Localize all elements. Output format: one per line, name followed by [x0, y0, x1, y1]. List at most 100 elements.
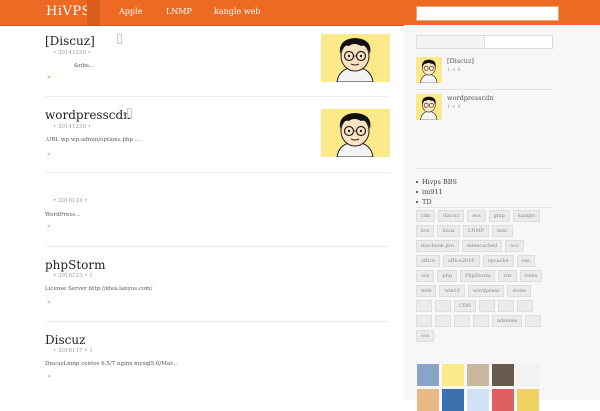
read-more-link[interactable]: » — [47, 223, 51, 230]
sidebar: [Discuz] 1 × 6 wordpresscdn 1 × 6 Hivps … — [404, 25, 600, 411]
post-excerpt: License Server http://idea.lanyus.com/ — [45, 286, 153, 292]
edit-icon[interactable] — [117, 34, 122, 44]
tag-link[interactable]: mac — [492, 225, 513, 237]
recent-post-thumbnail — [416, 94, 442, 120]
tag-link[interactable]: office2016 — [442, 255, 480, 267]
friend-avatar[interactable] — [442, 364, 464, 386]
post-meta: • 2016117 • 1 — [53, 348, 93, 354]
read-more-link[interactable]: » — [47, 151, 51, 158]
post-title[interactable]: phpStorm — [45, 258, 105, 272]
tag-link[interactable] — [416, 315, 432, 327]
sidebar-tab-popular[interactable] — [485, 35, 553, 49]
tag-link[interactable]: zlone — [507, 285, 531, 297]
tag-link[interactable]: adsense — [492, 315, 523, 327]
tag-link[interactable]: web — [416, 285, 437, 297]
sidebar-tab-recent[interactable] — [416, 35, 485, 49]
post-item: Discuz • 2016117 • 1 DiscuzLnmp centos 6… — [45, 333, 390, 383]
post-item: • 2016124 • WordPress... » — [45, 185, 390, 230]
avatar-cartoon-icon — [416, 57, 442, 83]
tag-link[interactable]: wordpress — [467, 285, 505, 297]
tag-link[interactable]: CDN — [454, 300, 477, 312]
blogroll-list: Hivps BBS im911 TD — [416, 177, 457, 207]
post-item: phpStorm • 2016123 • 1 License Server ht… — [45, 258, 390, 308]
friend-avatar[interactable] — [492, 364, 514, 386]
tag-link[interactable]: kangle — [512, 210, 540, 222]
tag-link[interactable]: ocs — [505, 240, 524, 252]
tag-link[interactable]: rds — [498, 270, 517, 282]
sidebar-tabs — [416, 35, 553, 49]
tag-link[interactable]: oss — [516, 255, 535, 267]
recent-post-meta: 1 × 6 — [447, 104, 461, 110]
tag-link[interactable] — [517, 300, 534, 312]
tag-link[interactable]: memcached — [461, 240, 503, 252]
post-thumbnail[interactable] — [321, 109, 390, 157]
friend-avatar[interactable] — [417, 389, 439, 411]
avatar-cartoon-icon — [321, 109, 390, 157]
tag-link[interactable] — [435, 315, 451, 327]
friend-avatar[interactable] — [467, 364, 489, 386]
recent-post-title[interactable]: [Discuz] — [447, 57, 474, 65]
tag-link[interactable]: win10 — [439, 285, 465, 297]
post-title[interactable]: Discuz — [45, 333, 85, 347]
tag-link[interactable] — [454, 315, 470, 327]
tag-link[interactable]: macbook pro — [416, 240, 459, 252]
tag-link[interactable]: php — [437, 270, 458, 282]
tag-link[interactable] — [416, 300, 432, 312]
recent-post-title[interactable]: wordpresscdn — [447, 94, 494, 102]
comment-count[interactable]: 1 — [89, 273, 93, 279]
recent-post-thumbnail — [416, 57, 442, 83]
nav-item-apple[interactable]: Apple — [119, 7, 142, 16]
post-title[interactable]: wordpresscdn — [45, 108, 131, 122]
friend-avatar[interactable] — [517, 364, 539, 386]
post-excerpt: DiscuzLnmp centos 6.5/7 nginx mysql5.6/M… — [45, 361, 178, 367]
tag-link[interactable]: redis — [519, 270, 543, 282]
tag-link[interactable]: gmp — [488, 210, 510, 222]
blogroll-link[interactable]: Hivps BBS — [416, 177, 457, 187]
friend-avatar[interactable] — [517, 389, 539, 411]
tag-link[interactable] — [473, 315, 489, 327]
recent-post-item[interactable]: wordpresscdn 1 × 6 — [416, 94, 553, 122]
nav-item-lnmp[interactable]: LNMP — [166, 7, 192, 16]
post-item: wordpresscdn • 20141230 • .URL wp wp-adm… — [45, 108, 390, 163]
sidebar-divider — [416, 168, 553, 169]
tag-link[interactable]: oss — [416, 330, 435, 342]
tag-link[interactable]: discuz — [438, 210, 465, 222]
post-excerpt: WordPress... — [45, 212, 81, 218]
tag-link[interactable]: osx — [416, 270, 435, 282]
tag-link[interactable]: ecs — [467, 210, 486, 222]
tag-link[interactable]: kvs — [416, 225, 435, 237]
post-thumbnail[interactable] — [321, 34, 390, 82]
blogroll-link[interactable]: TD — [416, 197, 457, 207]
friend-avatar[interactable] — [492, 389, 514, 411]
tag-link[interactable]: office — [416, 255, 440, 267]
search-input[interactable] — [416, 6, 559, 21]
post-divider — [45, 321, 390, 322]
post-meta: • 20141230 • — [53, 50, 91, 56]
tag-link[interactable]: linux — [437, 225, 460, 237]
blogroll-link[interactable]: im911 — [416, 187, 457, 197]
nav-item-kangle-web[interactable]: kangle web — [214, 7, 260, 16]
recent-post-item[interactable]: [Discuz] 1 × 6 — [416, 57, 553, 85]
site-logo[interactable]: HiVPS — [46, 4, 91, 19]
tag-link[interactable]: opcache — [482, 255, 514, 267]
read-more-link[interactable]: » — [47, 299, 51, 306]
tag-link[interactable]: PhpStorm — [460, 270, 496, 282]
tag-link[interactable]: cdn — [416, 210, 436, 222]
read-more-link[interactable]: » — [47, 74, 51, 81]
post-title[interactable]: [Discuz] — [45, 34, 95, 48]
tag-link[interactable] — [479, 300, 496, 312]
recent-post-meta: 1 × 6 — [447, 67, 461, 73]
post-date: 2016123 — [58, 273, 83, 279]
avatar-cartoon-icon — [321, 34, 390, 82]
friend-avatar[interactable] — [467, 389, 489, 411]
tag-link[interactable] — [498, 300, 515, 312]
tag-link[interactable] — [525, 315, 542, 327]
comment-count[interactable]: 1 — [89, 348, 93, 354]
read-more-link[interactable]: » — [47, 373, 51, 380]
edit-icon[interactable] — [127, 108, 132, 118]
tag-link[interactable] — [435, 300, 451, 312]
friend-avatar[interactable] — [442, 389, 464, 411]
tag-link[interactable]: LNMP — [462, 225, 490, 237]
friend-avatar[interactable] — [417, 364, 439, 386]
post-meta: • 20141230 • — [53, 124, 91, 130]
